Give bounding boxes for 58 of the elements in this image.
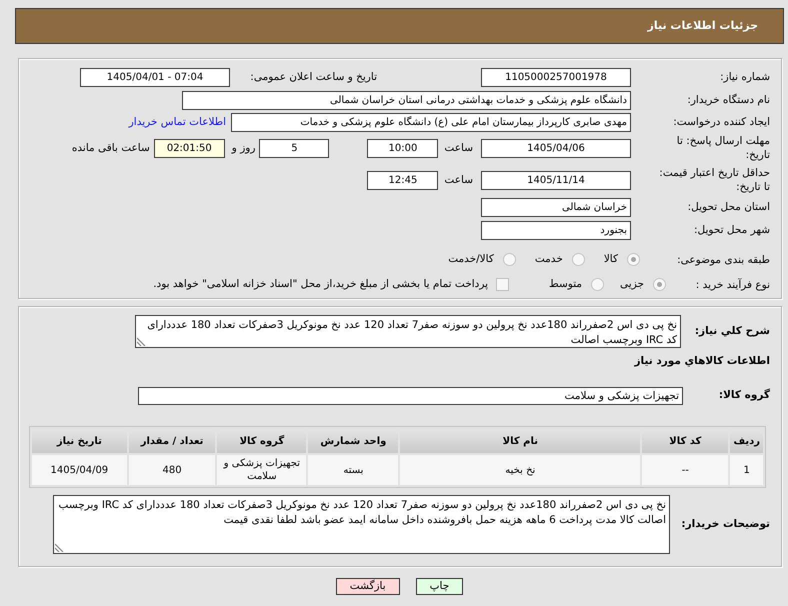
- delivery-province-field[interactable]: خراسان شمالی: [481, 198, 631, 217]
- requester-label: ایجاد کننده درخواست:: [673, 116, 770, 128]
- need-description-field[interactable]: نخ پی دی اس 2صفرراند 180عدد نخ پرولین دو سوزنه صفر7 تعداد 120 عدد نخ مونوکریل 3صفرکات تعداد 180 عدددارای کد IRC وبرچسب اصالت: [135, 315, 681, 348]
- resize-grip-icon[interactable]: [55, 543, 64, 552]
- validity-date-field[interactable]: 1405/11/14: [481, 171, 631, 190]
- radio-button[interactable]: [572, 252, 585, 266]
- time-label: ساعت: [444, 141, 473, 156]
- table-cell: بسته: [308, 455, 398, 485]
- remaining-time-field[interactable]: 02:01:50: [154, 139, 225, 158]
- announce-date-label: تاریخ و ساعت اعلان عمومی:: [250, 70, 377, 85]
- announce-date-field[interactable]: 1405/04/01 - 07:04: [80, 68, 230, 87]
- treasury-payment-label: پرداخت تمام یا بخشی از مبلغ خرید،از محل "اسناد خزانه اسلامی" خواهد بود.: [153, 278, 488, 292]
- requester-field[interactable]: مهدی صابری کارپرداز بیمارستان امام علی (ع) دانشگاه علوم پزشکی و خدمات: [231, 113, 631, 132]
- need-number-label: شماره نیاز:: [720, 71, 770, 83]
- radio-label: متوسط: [549, 278, 582, 292]
- table-cell: 1405/04/09: [32, 455, 127, 485]
- remaining-time-label: ساعت باقی مانده: [72, 141, 150, 156]
- radio-button[interactable]: [591, 278, 604, 292]
- delivery-province-label: استان محل تحویل:: [688, 201, 770, 213]
- need-number-field[interactable]: 1105000257001978: [481, 68, 631, 87]
- validity-time-field[interactable]: 12:45: [367, 171, 438, 190]
- radio-button[interactable]: [653, 278, 666, 292]
- goods-group-label: گروه کالا:: [718, 389, 770, 403]
- deadline-date-field[interactable]: 1405/04/06: [481, 139, 631, 158]
- table-cell: نخ بخیه: [400, 455, 640, 485]
- radio-label: کالا/خدمت: [448, 252, 494, 266]
- goods-group-field[interactable]: تجهیزات پزشکی و سلامت: [138, 387, 683, 405]
- delivery-city-label: شهر محل تحویل:: [694, 224, 770, 236]
- buyer-org-label: نام دستگاه خریدار:: [687, 94, 770, 106]
- days-field[interactable]: 5: [259, 139, 330, 158]
- time-label: ساعت: [444, 173, 473, 188]
- need-description-label: شرح کلي نياز:: [694, 324, 770, 338]
- response-deadline-label: مهلت ارسال پاسخ: تا تاریخ:: [676, 135, 770, 161]
- days-label: روز و: [232, 141, 256, 156]
- table-cell: --: [642, 455, 728, 485]
- buyer-org-field[interactable]: دانشگاه علوم پزشکی و خدمات بهداشتی درمانی استان خراسان شمالی: [182, 91, 631, 110]
- table-cell: 1: [730, 455, 763, 485]
- radio-label: کالا: [604, 252, 618, 266]
- treasury-payment-checkbox[interactable]: [496, 278, 510, 292]
- deadline-time-field[interactable]: 10:00: [367, 139, 438, 158]
- radio-button[interactable]: [627, 252, 640, 266]
- subject-category-label: طبقه بندی موضوعی:: [677, 254, 770, 266]
- buyer-notes-field[interactable]: نخ پی دی اس 2صفرراند 180عدد نخ پرولین دو سوزنه صفر7 تعداد 120 عدد نخ مونوکریل 3صفرکات تعداد 180 عدددارای کد IRC وبرچسب اصالت کالا مدت پرداخت 6 ماهه هزینه حمل بافروشنده داخل سامانه ایمد عضو باشد لطفا نقدی قیمت: [53, 495, 670, 554]
- buyer-notes-label: توضیحات خریدار:: [681, 518, 770, 532]
- radio-label: جزیی: [620, 278, 644, 292]
- print-button[interactable]: چاپ: [416, 578, 464, 595]
- buyer-contact-link[interactable]: اطلاعات تماس خریدار: [128, 113, 226, 132]
- delivery-city-field[interactable]: بجنورد: [481, 221, 631, 240]
- page-title: جزئیات اطلاعات نیاز: [648, 18, 758, 34]
- price-validity-label: حداقل تاریخ اعتبار قیمت: تا تاریخ:: [659, 167, 770, 193]
- radio-button[interactable]: [502, 252, 516, 266]
- purchase-process-label: نوع فرآیند خرید :: [696, 279, 770, 291]
- radio-label: خدمت: [534, 252, 563, 266]
- goods-heading: اطلاعات کالاهاي مورد نياز: [634, 354, 770, 369]
- table-cell: 480: [128, 455, 216, 485]
- back-button[interactable]: بازگشت: [336, 578, 400, 595]
- resize-grip-icon[interactable]: [137, 337, 146, 346]
- table-cell: تجهیزات پزشکی و سلامت: [217, 455, 306, 485]
